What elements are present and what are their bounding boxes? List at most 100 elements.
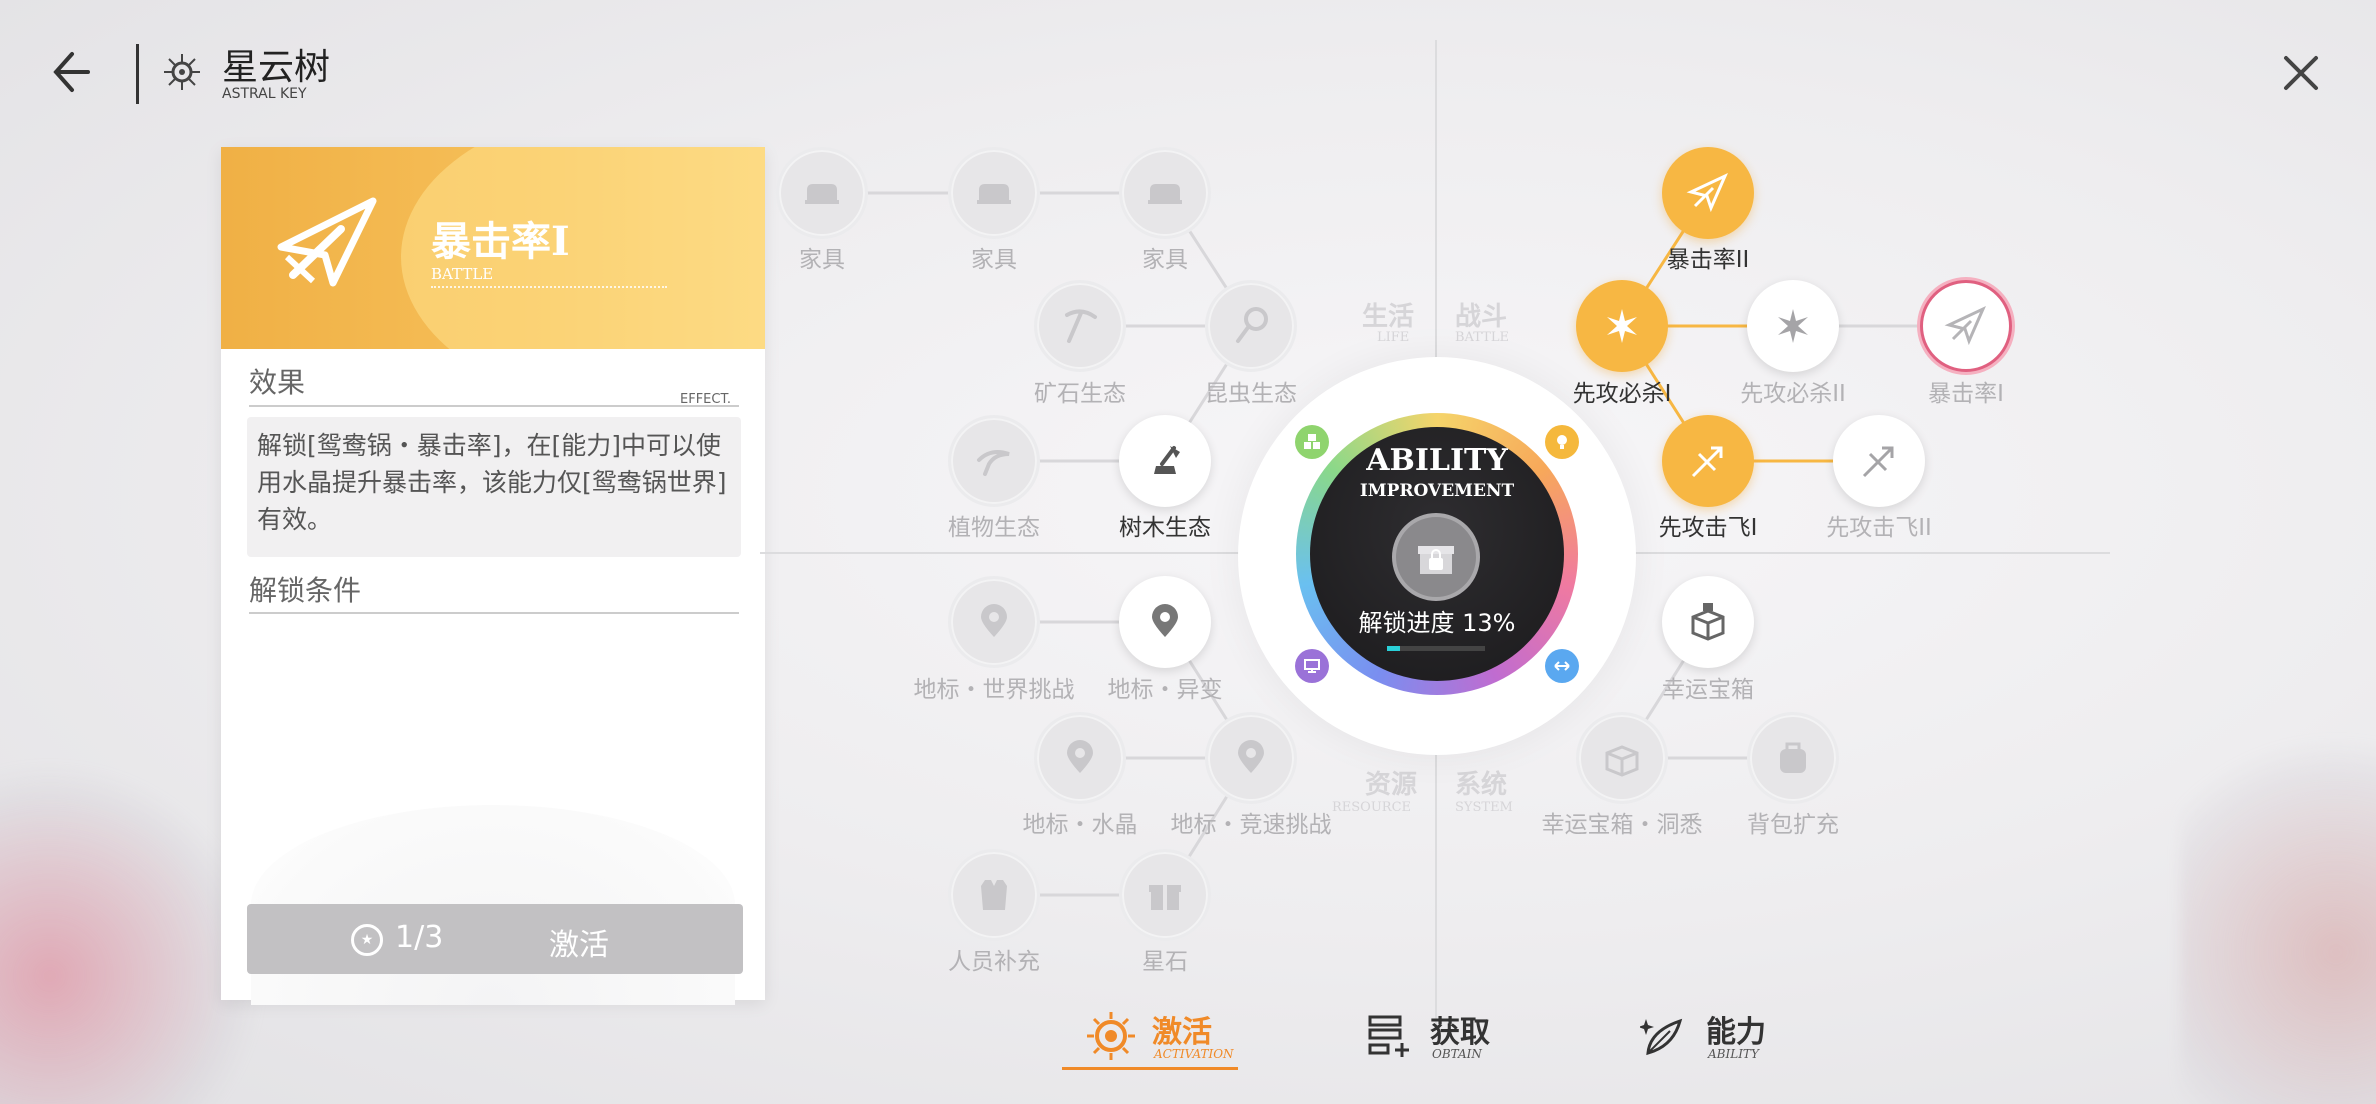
open-box-icon <box>1691 603 1725 641</box>
node-label: 先攻击飞II <box>1826 515 1932 541</box>
node-crit-rate-2[interactable] <box>1662 147 1754 239</box>
node-label: 幸运宝箱 <box>1662 677 1754 703</box>
node-furniture-1[interactable] <box>776 147 868 239</box>
tab-activation[interactable]: 激活 ACTIVATION <box>1062 1005 1238 1075</box>
gift-box-icon <box>1149 885 1181 910</box>
node-lucky-box-insight[interactable] <box>1576 712 1668 804</box>
bug-net-icon <box>1236 307 1268 343</box>
tab-ability-label-en: ABILITY <box>1708 1047 1759 1061</box>
tab-obtain[interactable]: 获取 OBTAIN <box>1366 1005 1506 1075</box>
locked-gift-button[interactable] <box>1392 513 1480 601</box>
node-tree-ecology[interactable] <box>1119 415 1211 507</box>
node-first-kill-1[interactable] <box>1576 280 1668 372</box>
monitor-icon <box>1304 659 1320 673</box>
quadrant-system: 系统 <box>1455 770 1508 800</box>
node-starstone[interactable] <box>1119 849 1211 941</box>
node-first-fly-1[interactable] <box>1662 415 1754 507</box>
open-box-icon <box>1605 745 1639 777</box>
double-arrow-icon <box>1554 661 1570 671</box>
cubes-icon <box>1304 434 1320 449</box>
list-add-icon <box>1368 1015 1409 1057</box>
quadrant-life-en: LIFE <box>1377 330 1410 345</box>
sofa-icon <box>1148 184 1182 204</box>
node-label: 地标・世界挑战 <box>913 677 1075 703</box>
node-label: 地标・异变 <box>1107 677 1223 703</box>
unlock-progress-text: 解锁进度 13% <box>1358 609 1516 637</box>
node-landmark-anomaly[interactable] <box>1119 576 1211 668</box>
node-furniture-2[interactable] <box>948 147 1040 239</box>
tab-activation-label-en: ACTIVATION <box>1154 1047 1234 1061</box>
node-label: 地标・水晶 <box>1022 812 1138 838</box>
backpack-icon <box>1780 742 1806 773</box>
node-label: 矿石生态 <box>1034 381 1126 407</box>
map-pin-icon <box>1152 604 1178 637</box>
locked-gift-icon <box>1418 546 1454 574</box>
bulb-icon <box>1557 435 1567 449</box>
node-label: 地标・竞速挑战 <box>1170 812 1332 838</box>
node-label: 先攻必杀I <box>1572 381 1672 407</box>
tab-obtain-label-en: OBTAIN <box>1432 1047 1482 1061</box>
starburst-sword-icon <box>1778 309 1808 343</box>
active-tab-underline <box>1062 1067 1238 1070</box>
node-label: 植物生态 <box>948 515 1040 541</box>
sword-icon <box>1944 305 1986 346</box>
feather-sparkle-icon <box>1640 1018 1683 1056</box>
launch-sword-icon <box>1862 446 1894 478</box>
tab-activation-label: 激活 <box>1152 1015 1212 1050</box>
launch-sword-icon <box>1691 446 1723 478</box>
quadrant-life: 生活 <box>1362 302 1415 332</box>
node-label: 背包扩充 <box>1747 812 1839 838</box>
node-first-fly-2[interactable] <box>1833 415 1925 507</box>
map-pin-icon <box>1067 740 1093 773</box>
node-label: 树木生态 <box>1119 515 1211 541</box>
hub-life-button[interactable] <box>1295 425 1329 459</box>
node-label: 先攻击飞I <box>1658 515 1758 541</box>
sofa-icon <box>977 184 1011 204</box>
hub-battle-button[interactable] <box>1545 425 1579 459</box>
map-pin-icon <box>981 604 1007 637</box>
pickaxe-icon <box>1065 309 1097 343</box>
node-label: 星石 <box>1142 949 1188 975</box>
node-crit-rate-1-selected[interactable] <box>1920 280 2012 372</box>
node-label: 幸运宝箱・洞悉 <box>1541 812 1703 838</box>
unlock-progress-fill <box>1387 646 1400 651</box>
node-staff-supplement[interactable] <box>948 849 1040 941</box>
node-first-kill-2[interactable] <box>1747 280 1839 372</box>
node-ore-ecology[interactable] <box>1034 280 1126 372</box>
sickle-icon <box>977 450 1010 476</box>
node-plant-ecology[interactable] <box>948 415 1040 507</box>
node-label: 暴击率II <box>1666 247 1750 273</box>
hub-resource-button[interactable] <box>1295 649 1329 683</box>
quadrant-resource: 资源 <box>1365 770 1418 800</box>
node-furniture-3[interactable] <box>1119 147 1211 239</box>
node-landmark-crystal[interactable] <box>1034 712 1126 804</box>
node-bag-expansion[interactable] <box>1747 712 1839 804</box>
node-insect-ecology[interactable] <box>1205 280 1297 372</box>
quadrant-battle: 战斗 <box>1455 302 1508 332</box>
quadrant-battle-en: BATTLE <box>1455 330 1509 345</box>
node-label: 家具 <box>1142 247 1188 273</box>
unlock-progress-bar <box>1387 646 1485 651</box>
node-label: 家具 <box>971 247 1017 273</box>
node-lucky-box[interactable] <box>1662 576 1754 668</box>
tab-ability-label: 能力 <box>1706 1015 1766 1050</box>
quadrant-resource-en: RESOURCE <box>1332 800 1412 815</box>
starburst-sword-icon <box>1607 309 1637 343</box>
node-label: 昆虫生态 <box>1205 381 1297 407</box>
node-label: 暴击率I <box>1928 381 2004 407</box>
node-landmark-race-challenge[interactable] <box>1205 712 1297 804</box>
node-label: 家具 <box>799 247 845 273</box>
node-landmark-world-challenge[interactable] <box>948 576 1040 668</box>
map-pin-icon <box>1238 740 1264 773</box>
sword-icon <box>1686 172 1728 213</box>
hub-title: ABILITY <box>1366 443 1508 478</box>
hub-subtitle: IMPROVEMENT <box>1359 481 1515 501</box>
tab-obtain-label: 获取 <box>1430 1015 1490 1050</box>
hub-system-button[interactable] <box>1545 649 1579 683</box>
node-label: 人员补充 <box>948 949 1040 975</box>
tab-ability[interactable]: 能力 ABILITY <box>1640 1005 1780 1075</box>
axe-stump-icon <box>1154 446 1180 474</box>
sun-target-icon <box>1087 1012 1135 1060</box>
vest-icon <box>981 880 1007 910</box>
quadrant-system-en: SYSTEM <box>1455 800 1513 815</box>
